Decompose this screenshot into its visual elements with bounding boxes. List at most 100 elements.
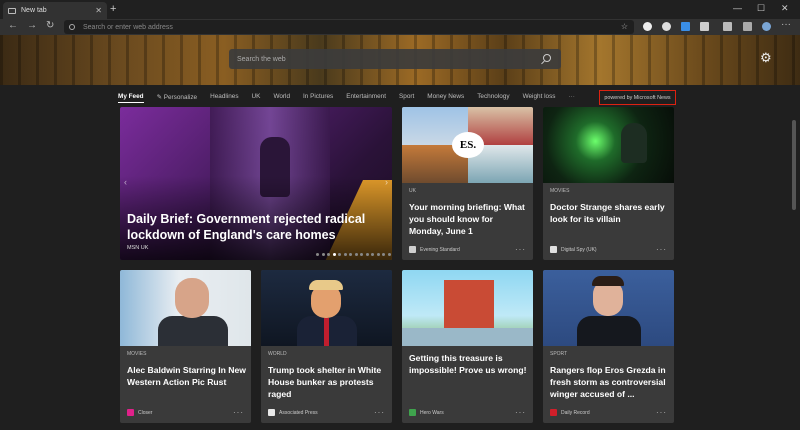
- tab-close-icon[interactable]: ✕: [95, 6, 102, 15]
- news-card[interactable]: World Trump took shelter in White House …: [261, 270, 392, 423]
- carousel-dot[interactable]: [327, 253, 330, 256]
- extension-icon[interactable]: [643, 22, 652, 31]
- tab-personalize[interactable]: ✎ Personalize: [157, 93, 198, 103]
- tab-weight-loss[interactable]: Weight loss: [523, 93, 556, 103]
- card-source: Hero Wars: [420, 409, 444, 416]
- news-card[interactable]: ES. UK Your morning briefing: What you s…: [402, 107, 533, 260]
- address-bar[interactable]: Search or enter web address ☆: [64, 20, 634, 34]
- refresh-button[interactable]: ↻: [46, 20, 54, 31]
- tab-money-news[interactable]: Money News: [427, 93, 464, 103]
- carousel-dots[interactable]: [316, 253, 392, 256]
- tab-personalize-label: Personalize: [163, 94, 198, 101]
- carousel-dot[interactable]: [376, 253, 380, 256]
- source-logo: [268, 409, 275, 416]
- card-more-button[interactable]: ···: [515, 408, 526, 417]
- tab-title: New tab: [21, 7, 47, 14]
- tab-entertainment[interactable]: Entertainment: [346, 93, 386, 103]
- web-search-input[interactable]: Search the web: [229, 49, 561, 69]
- card-title[interactable]: Alec Baldwin Starring In New Western Act…: [127, 364, 247, 388]
- minimize-button[interactable]: —: [733, 3, 742, 13]
- news-card[interactable]: Movies Alec Baldwin Starring In New West…: [120, 270, 251, 423]
- carousel-dot[interactable]: [321, 253, 325, 256]
- card-image: [543, 107, 674, 183]
- card-source: Daily Record: [561, 409, 590, 416]
- close-window-button[interactable]: ✕: [781, 3, 789, 14]
- new-tab-button[interactable]: +: [110, 3, 116, 15]
- carousel-dot[interactable]: [349, 253, 352, 256]
- collections-icon[interactable]: [700, 22, 709, 31]
- card-title[interactable]: Trump took shelter in White House bunker…: [268, 364, 388, 400]
- evening-standard-logo: ES.: [452, 132, 484, 158]
- page-scrollbar[interactable]: [792, 120, 796, 210]
- carousel-dot[interactable]: [343, 253, 347, 256]
- carousel-dot[interactable]: [382, 253, 385, 256]
- tab-uk[interactable]: UK: [252, 93, 261, 103]
- forward-button[interactable]: →: [27, 20, 37, 31]
- source-logo: [127, 409, 134, 416]
- carousel-dot[interactable]: [354, 253, 358, 256]
- pencil-icon: ✎: [156, 94, 164, 101]
- card-image: [543, 270, 674, 346]
- card-image: [261, 270, 392, 346]
- carousel-dot[interactable]: [338, 253, 341, 256]
- carousel-dot[interactable]: [371, 253, 374, 256]
- tab-my-feed[interactable]: My Feed: [118, 93, 144, 103]
- previous-slide-icon[interactable]: ‹: [124, 177, 127, 187]
- card-title[interactable]: Rangers flop Eros Grezda in fresh storm …: [550, 364, 670, 400]
- search-icon[interactable]: [543, 54, 551, 62]
- main-story-card[interactable]: ‹ › Daily Brief: Government rejected rad…: [120, 107, 392, 260]
- address-placeholder: Search or enter web address: [83, 23, 173, 31]
- tab-strip: New tab ✕ + — ☐ ✕: [0, 0, 800, 19]
- card-category: Sport: [550, 351, 568, 357]
- card-category: Movies: [127, 351, 147, 357]
- carousel-dot[interactable]: [365, 253, 369, 256]
- maximize-button[interactable]: ☐: [757, 3, 765, 14]
- card-title[interactable]: Getting this treasure is impossible! Pro…: [409, 352, 529, 376]
- card-more-button[interactable]: ···: [233, 408, 244, 417]
- category-nav: My Feed ✎ Personalize Headlines UK World…: [118, 93, 575, 103]
- source-logo: [550, 409, 557, 416]
- gear-icon[interactable]: ⚙: [760, 50, 772, 66]
- settings-extension-icon[interactable]: [662, 22, 671, 31]
- source-logo: [409, 409, 416, 416]
- powered-by-label[interactable]: powered by Microsoft News: [599, 90, 676, 105]
- tab-technology[interactable]: Technology: [477, 93, 509, 103]
- news-card[interactable]: Movies Doctor Strange shares early look …: [543, 107, 674, 260]
- tab-headlines[interactable]: Headlines: [210, 93, 238, 103]
- card-more-button[interactable]: ···: [374, 408, 385, 417]
- source-logo: [409, 246, 416, 253]
- tab-sport[interactable]: Sport: [399, 93, 414, 103]
- card-more-button[interactable]: ···: [656, 408, 667, 417]
- card-category: Movies: [550, 188, 570, 194]
- more-categories-button[interactable]: ···: [569, 93, 575, 103]
- card-title[interactable]: Doctor Strange shares early look for its…: [550, 201, 670, 225]
- news-card-ad[interactable]: Getting this treasure is impossible! Pro…: [402, 270, 533, 423]
- card-more-button[interactable]: ···: [656, 245, 667, 254]
- card-source: Digital Spy (UK): [561, 246, 597, 253]
- card-category: UK: [409, 188, 416, 194]
- tab-in-pictures[interactable]: In Pictures: [303, 93, 333, 103]
- avatar[interactable]: [762, 22, 771, 31]
- back-button[interactable]: ←: [8, 20, 18, 31]
- tab-page-icon: [8, 7, 16, 14]
- tab-world[interactable]: World: [273, 93, 290, 103]
- source-logo: [550, 246, 557, 253]
- carousel-dot[interactable]: [332, 253, 336, 256]
- card-source: Evening Standard: [420, 246, 460, 253]
- favorites-icon[interactable]: [723, 22, 732, 31]
- favorite-star-icon[interactable]: ☆: [621, 22, 628, 31]
- carousel-dot[interactable]: [316, 253, 319, 256]
- main-story-headline[interactable]: Daily Brief: Government rejected radical…: [127, 211, 377, 243]
- card-title[interactable]: Your morning briefing: What you should k…: [409, 201, 529, 237]
- search-placeholder: Search the web: [237, 55, 286, 63]
- pen-icon[interactable]: [681, 22, 690, 31]
- next-slide-icon[interactable]: ›: [385, 177, 388, 187]
- card-image: ES.: [402, 107, 533, 183]
- share-icon[interactable]: [743, 22, 752, 31]
- news-card[interactable]: Sport Rangers flop Eros Grezda in fresh …: [543, 270, 674, 423]
- carousel-dot[interactable]: [360, 253, 363, 256]
- card-more-button[interactable]: ···: [515, 245, 526, 254]
- tab-new-tab[interactable]: New tab ✕: [3, 2, 107, 19]
- carousel-dot[interactable]: [387, 253, 391, 256]
- more-menu-icon[interactable]: ···: [781, 19, 791, 30]
